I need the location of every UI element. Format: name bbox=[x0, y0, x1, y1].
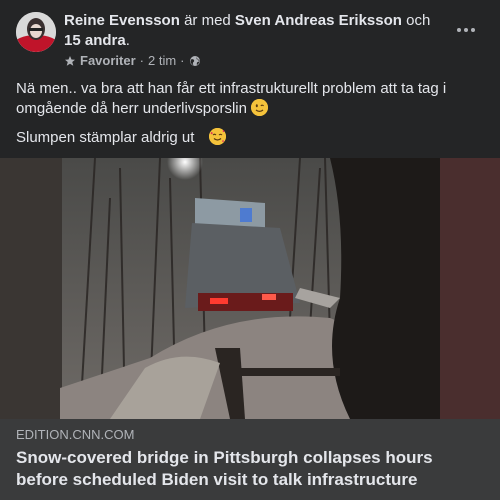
post-body: Nä men.. va bra att han får ett infrastr… bbox=[16, 79, 486, 157]
tagged-person[interactable]: Sven Andreas Eriksson bbox=[235, 12, 402, 29]
link-domain: EDITION.CNN.COM bbox=[16, 427, 135, 442]
post-text-2: Slumpen stämplar aldrig ut bbox=[16, 129, 195, 146]
more-horizontal-icon-dot bbox=[457, 28, 461, 32]
with-text: är med bbox=[184, 12, 231, 29]
post-text-paragraph-1: Nä men.. va bra att han får ett infrastr… bbox=[16, 79, 486, 119]
and-text: och bbox=[406, 12, 431, 29]
others-link[interactable]: 15 andra bbox=[64, 32, 126, 49]
winking-face-emoji bbox=[250, 99, 268, 116]
meta-separator: · bbox=[139, 53, 144, 68]
author-avatar[interactable] bbox=[16, 12, 56, 52]
globe-icon[interactable] bbox=[189, 55, 201, 67]
smiling-face-with-hearts-emoji bbox=[208, 128, 226, 145]
link-preview-image[interactable] bbox=[0, 158, 500, 419]
bridge-collapse-photo bbox=[0, 158, 500, 419]
post-author-line: Reine Evensson är med Sven Andreas Eriks… bbox=[64, 11, 444, 51]
avatar-image bbox=[16, 12, 56, 52]
author-name[interactable]: Reine Evensson bbox=[64, 12, 180, 29]
more-horizontal-icon-dot bbox=[471, 28, 475, 32]
post-time[interactable]: 2 tim bbox=[148, 53, 176, 69]
post-header: Reine Evensson är med Sven Andreas Eriks… bbox=[0, 0, 500, 76]
post-text-1: Nä men.. va bra att han får ett infrastr… bbox=[16, 80, 447, 117]
more-horizontal-icon-dot bbox=[464, 28, 468, 32]
more-options-button[interactable] bbox=[452, 16, 480, 44]
period: . bbox=[125, 32, 130, 49]
post-meta: Favoriter · 2 tim · bbox=[64, 53, 201, 69]
post-text-paragraph-2: Slumpen stämplar aldrig ut bbox=[16, 128, 486, 148]
favorites-label[interactable]: Favoriter bbox=[80, 53, 136, 69]
link-title[interactable]: Snow-covered bridge in Pittsburgh collap… bbox=[16, 447, 486, 491]
star-icon bbox=[65, 56, 75, 66]
meta-separator-2: · bbox=[180, 53, 185, 68]
